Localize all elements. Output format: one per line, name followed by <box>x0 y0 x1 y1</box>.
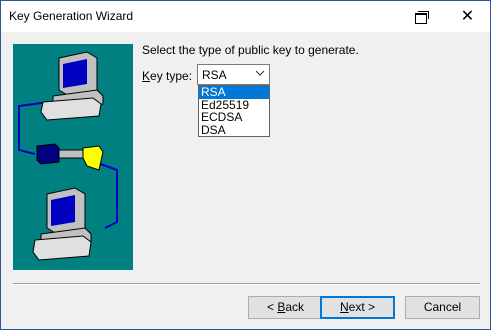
option-dsa[interactable]: DSA <box>199 124 269 137</box>
wizard-window: Key Generation Wizard ✕ Select the type … <box>0 0 491 330</box>
back-button[interactable]: < Back <box>248 296 323 319</box>
key-type-dropdown-list: RSA Ed25519 ECDSA DSA <box>198 85 270 137</box>
computer-top-icon <box>40 51 104 121</box>
key-type-selected-value: RSA <box>202 68 227 82</box>
restore-icon <box>414 10 429 24</box>
title-bar: Key Generation Wizard ✕ <box>1 1 490 32</box>
chevron-down-icon <box>255 70 265 76</box>
separator <box>13 283 480 285</box>
option-ecdsa[interactable]: ECDSA <box>199 111 269 124</box>
back-button-prefix: < <box>266 300 278 314</box>
close-icon: ✕ <box>460 8 475 25</box>
window-title: Key Generation Wizard <box>9 9 134 23</box>
restore-button[interactable] <box>399 1 444 31</box>
next-button-mnemonic: N <box>339 300 349 314</box>
key-type-label: Key type: <box>142 69 192 83</box>
prompt-text: Select the type of public key to generat… <box>142 43 359 57</box>
option-rsa[interactable]: RSA <box>199 86 269 99</box>
cancel-button[interactable]: Cancel <box>405 296 480 319</box>
computer-bottom-icon <box>32 187 92 261</box>
next-button[interactable]: Next > <box>320 296 395 319</box>
back-button-rest: ack <box>285 300 305 314</box>
computers-key-illustration <box>18 51 118 261</box>
key-icon <box>36 143 104 171</box>
key-type-combobox[interactable]: RSA <box>197 64 270 85</box>
key-type-label-rest: ey type: <box>150 69 193 83</box>
wizard-illustration <box>13 44 133 270</box>
key-type-label-mnemonic: K <box>142 69 151 83</box>
next-button-rest: ext > <box>348 300 376 314</box>
close-button[interactable]: ✕ <box>445 1 490 31</box>
